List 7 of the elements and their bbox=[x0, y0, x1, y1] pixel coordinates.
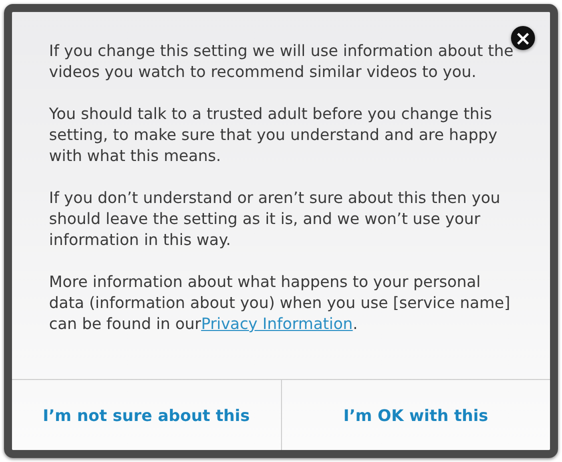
privacy-link[interactable]: Privacy Information bbox=[201, 315, 353, 333]
paragraph: If you don’t understand or aren’t sure about this then you should leave the setting as it is, and we won’t use your information in this way. bbox=[49, 188, 502, 251]
choice-button[interactable]: I’m OK with this bbox=[280, 380, 550, 450]
paragraph: More information about what happens to your personal data (information about you) when you use [service name] can be found in ourPrivacy Information. bbox=[49, 272, 512, 335]
close-button[interactable]: × bbox=[511, 26, 535, 50]
choice-button[interactable]: I’m not sure about this bbox=[12, 380, 280, 450]
paragraph: You should talk to a trusted adult before you change this setting, to make sure that you understand and are happy with what this means. bbox=[49, 104, 498, 167]
